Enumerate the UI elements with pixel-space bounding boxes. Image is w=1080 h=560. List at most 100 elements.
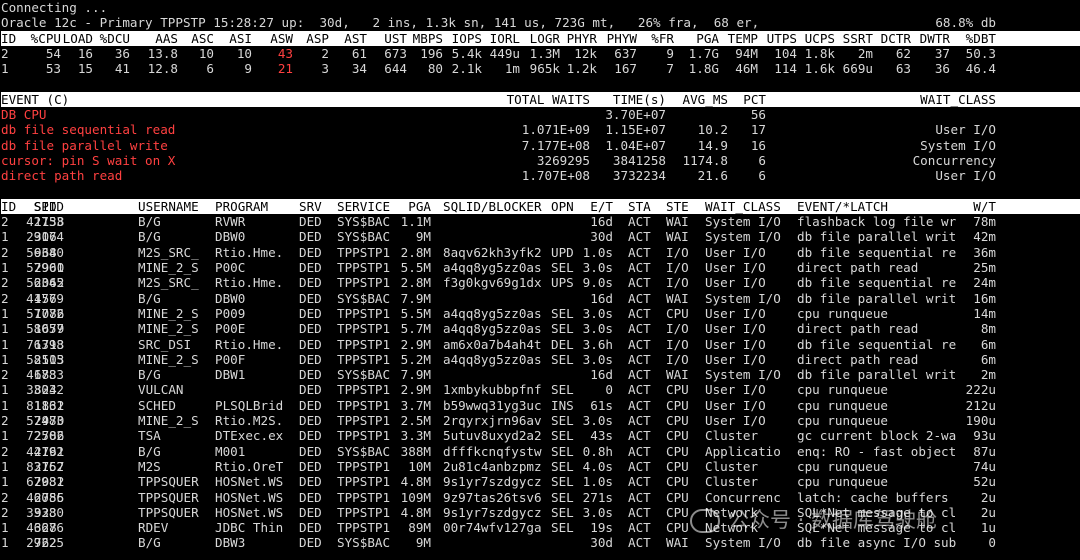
session-cell: MINE_2_S — [138, 321, 199, 337]
session-cell: ACT — [628, 305, 651, 321]
event-cell: 1.707E+08 — [521, 168, 590, 184]
session-cell: DED — [299, 336, 322, 352]
session-cell: 1 — [1, 260, 9, 276]
event-cell: 1174.8 — [682, 152, 729, 168]
instance-cell: 2m — [857, 45, 873, 61]
session-cell: 42m — [973, 229, 996, 245]
session-header-cell: W/T — [973, 198, 996, 214]
event-cell: 3269295 — [536, 152, 590, 168]
session-cell: TPPSTP1 — [337, 474, 391, 490]
session-cell: 6m — [980, 336, 996, 352]
session-row: 1 1832 81161 SCHED PLSQLBrid DED TPPSTP1 3.7M b5… — [1, 398, 1080, 413]
session-cell: 2 — [1, 214, 9, 230]
session-row: 1 2757 83162 M2S Rtio.OreT DED TPPSTP1 10M 2u81c… — [1, 459, 1080, 474]
session-row: 2 2062 56345 M2S_SRC_ Rtio.Hme. DED TPPSTP1 2.8… — [1, 275, 1080, 290]
session-cell: 2m — [980, 367, 996, 383]
session-cell: ACT — [628, 489, 651, 505]
session-cell: CPU — [666, 520, 689, 536]
session-cell: MINE_2_S — [138, 260, 199, 276]
session-row: 2 2970 57483 MINE_2_S Rtio.M2S. DED TPPSTP1 2.5… — [1, 413, 1080, 428]
session-cell: flashback log file wr — [797, 214, 957, 230]
session-cell: 57772 — [26, 305, 64, 321]
session-cell: enq: RO - fast object — [797, 443, 957, 459]
session-cell: ACT — [628, 397, 651, 413]
session-cell: SYS$BAC — [337, 367, 391, 383]
session-cell: DED — [299, 229, 322, 245]
event-cell: 1.071E+09 — [521, 122, 590, 138]
session-cell: cpu runqueue — [797, 305, 888, 321]
session-cell: System I/O — [705, 367, 781, 383]
session-cell: 2 — [1, 244, 9, 260]
session-cell: JDBC Thin — [215, 520, 284, 536]
session-cell: 2 — [1, 413, 9, 429]
session-cell: 41783 — [26, 367, 64, 383]
session-cell: SEL — [551, 260, 574, 276]
instance-header-cell: IOPS — [451, 30, 482, 46]
event-table: DB CPU 3.70E+07 56 db file sequential read 1… — [1, 107, 1080, 183]
session-cell: CPU — [666, 443, 689, 459]
session-cell: HOSNet.WS — [215, 474, 284, 490]
session-cell: 5.7M — [400, 321, 431, 337]
session-cell: 3.0s — [582, 351, 613, 367]
event-cell: User I/O — [935, 122, 996, 138]
session-cell: 16d — [590, 290, 613, 306]
session-cell: ACT — [628, 443, 651, 459]
session-cell: 4.0s — [582, 458, 613, 474]
session-cell: 2u81c4anbzpmz — [443, 458, 542, 474]
session-header-cell: E/T — [590, 198, 613, 214]
instance-cell: 80 — [427, 61, 443, 77]
session-cell: DED — [299, 382, 322, 398]
session-cell: DTExec.ex — [215, 428, 284, 444]
session-cell: System I/O — [705, 214, 781, 230]
session-row: 2 1138 42753 B/G RVWR DED SYS$BAC 1.1M 16d ACT WAI… — [1, 214, 1080, 229]
session-cell: db file parallel writ — [797, 290, 957, 306]
event-cell: 3841258 — [612, 152, 666, 168]
session-cell: INS — [551, 397, 574, 413]
session-cell: 3.0s — [582, 504, 613, 520]
session-cell: cpu runqueue — [797, 458, 888, 474]
session-row: 1 2032 67981 TPPSQUER HOSNet.WS DED TPPSTP1 4.8… — [1, 474, 1080, 489]
session-cell: User I/O — [705, 382, 766, 398]
session-cell: ACT — [628, 458, 651, 474]
session-cell: ACT — [628, 321, 651, 337]
session-cell: 5utuv8uxyd2a2 — [443, 428, 542, 444]
session-cell: 7.9M — [400, 367, 431, 383]
session-cell: UPS — [551, 275, 574, 291]
session-cell: 36m — [973, 244, 996, 260]
session-cell: 1 — [1, 458, 9, 474]
session-cell: DED — [299, 244, 322, 260]
session-cell: DED — [299, 474, 322, 490]
event-cell: 7.177E+08 — [521, 137, 590, 153]
session-cell: DED — [299, 275, 322, 291]
session-cell: ACT — [628, 474, 651, 490]
session-cell: P009 — [215, 305, 246, 321]
status-summary: Oracle 12c - Primary TPPSTP 15:28:27 up:… — [1, 15, 760, 31]
session-cell: System I/O — [705, 229, 781, 245]
instance-cell: 9 — [666, 45, 674, 61]
session-cell: User I/O — [705, 413, 766, 429]
session-cell: VULCAN — [138, 382, 184, 398]
session-cell: DBW0 — [215, 229, 246, 245]
session-cell: SEL — [551, 321, 574, 337]
session-cell: SEL — [551, 428, 574, 444]
instance-cell: 673 — [384, 45, 407, 61]
session-cell: 2.5M — [400, 413, 431, 429]
session-cell: 1xmbykubbpfnf — [443, 382, 542, 398]
session-row: 1 1086 57772 MINE_2_S P009 DED TPPSTP1 5.5M a4qq… — [1, 306, 1080, 321]
session-cell: 57901 — [26, 260, 64, 276]
session-cell: CPU — [666, 305, 689, 321]
session-cell: HOSNet.WS — [215, 504, 284, 520]
session-cell: 9M — [415, 535, 431, 551]
session-cell: dfffkcnqfystw — [443, 443, 542, 459]
session-cell: B/G — [138, 229, 161, 245]
event-row: direct path read 1.707E+08 3732234 21.6 6 Use… — [1, 168, 1080, 183]
instance-cell: 5.4k — [451, 45, 482, 61]
session-cell: WAI — [666, 290, 689, 306]
session-cell: 2 — [1, 275, 9, 291]
session-cell: 2rqyrxjrn96av — [443, 413, 542, 429]
instance-header-cell: ASP — [306, 30, 329, 46]
session-header-cell: OPN — [551, 198, 574, 214]
session-cell: 61s — [590, 397, 613, 413]
session-header-cell: WAIT_CLASS — [705, 198, 781, 214]
session-cell: 7.9M — [400, 290, 431, 306]
